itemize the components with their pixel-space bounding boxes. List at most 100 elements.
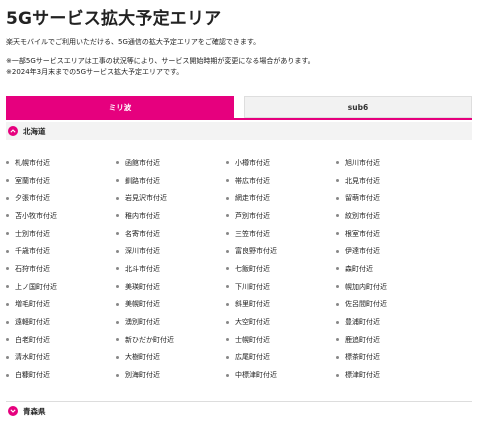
bullet-icon [6, 249, 9, 253]
city-label: 稚内市付近 [125, 211, 160, 220]
city-label: 帯広市付近 [235, 176, 270, 185]
bullet-icon [116, 338, 119, 342]
bullet-icon [116, 196, 119, 200]
bullet-icon [336, 161, 339, 165]
city-item: 標津町付近 [336, 366, 446, 384]
city-label: 小樽市付近 [235, 158, 270, 167]
city-item: 下川町付近 [226, 278, 336, 296]
city-item: 室蘭市付近 [6, 172, 116, 190]
city-item: 鹿追町付近 [336, 331, 446, 349]
city-label: 北見市付近 [345, 176, 380, 185]
city-item: 網走市付近 [226, 189, 336, 207]
city-label: 伊達市付近 [345, 247, 380, 256]
city-item: 夕張市付近 [6, 189, 116, 207]
city-label: 三笠市付近 [235, 229, 270, 238]
bullet-icon [226, 196, 229, 200]
city-item: 士幌町付近 [226, 331, 336, 349]
city-label: 新ひだか町付近 [125, 335, 174, 344]
city-item: 白糠町付近 [6, 366, 116, 384]
bullet-icon [226, 161, 229, 165]
city-label: 北斗市付近 [125, 264, 160, 273]
tab-sub6[interactable]: sub6 [244, 96, 472, 118]
city-label: 中標津町付近 [235, 371, 277, 380]
city-item: 紋別市付近 [336, 207, 446, 225]
bullet-icon [116, 285, 119, 289]
bullet-icon [336, 373, 339, 377]
bullet-icon [6, 373, 9, 377]
city-label: 鹿追町付近 [345, 335, 380, 344]
city-item: 三笠市付近 [226, 225, 336, 243]
region-header-hokkaido[interactable]: 北海道 [6, 122, 472, 140]
city-label: 留萌市付近 [345, 194, 380, 203]
bullet-icon [116, 373, 119, 377]
bullet-icon [116, 320, 119, 324]
bullet-icon [6, 267, 9, 271]
city-label: 増毛町付近 [15, 300, 50, 309]
bullet-icon [6, 338, 9, 342]
city-item: 森町付近 [336, 260, 446, 278]
city-label: 旭川市付近 [345, 158, 380, 167]
city-label: 森町付近 [345, 264, 373, 273]
city-item: 大樹町付近 [116, 349, 226, 367]
city-label: 夕張市付近 [15, 194, 50, 203]
page: 5Gサービス拡大予定エリア 楽天モバイルでご利用いただける、5G通信の拡大予定エ… [0, 0, 480, 425]
city-label: 下川町付近 [235, 282, 270, 291]
city-item: 札幌市付近 [6, 154, 116, 172]
bullet-icon [336, 249, 339, 253]
city-item: 中標津町付近 [226, 366, 336, 384]
region-name: 青森県 [23, 406, 46, 416]
city-label: 紋別市付近 [345, 211, 380, 220]
city-item: 釧路市付近 [116, 172, 226, 190]
bullet-icon [336, 302, 339, 306]
city-item: 留萌市付近 [336, 189, 446, 207]
city-label: 標津町付近 [345, 371, 380, 380]
bullet-icon [226, 232, 229, 236]
city-item: 新ひだか町付近 [116, 331, 226, 349]
bullet-icon [6, 232, 9, 236]
city-label: 根室市付近 [345, 229, 380, 238]
city-label: 釧路市付近 [125, 176, 160, 185]
bullet-icon [336, 355, 339, 359]
city-label: 名寄市付近 [125, 229, 160, 238]
city-label: 芦別市付近 [235, 211, 270, 220]
city-label: 函館市付近 [125, 158, 160, 167]
tab-mmwave[interactable]: ミリ波 [6, 96, 234, 118]
city-label: 湧別町付近 [125, 318, 160, 327]
city-item: 大空町付近 [226, 313, 336, 331]
bullet-icon [336, 267, 339, 271]
city-item: 旭川市付近 [336, 154, 446, 172]
city-item: 北見市付近 [336, 172, 446, 190]
bullet-icon [116, 355, 119, 359]
city-label: 士別市付近 [15, 229, 50, 238]
city-item: 千歳市付近 [6, 242, 116, 260]
chevron-up-icon [8, 126, 18, 136]
city-item: 伊達市付近 [336, 242, 446, 260]
city-item: 士別市付近 [6, 225, 116, 243]
city-list: 札幌市付近 函館市付近 小樽市付近 旭川市付近室蘭市付近 釧路市付近 帯広市付近 北見市付近… [6, 154, 466, 384]
city-label: 標茶町付近 [345, 353, 380, 362]
bullet-icon [116, 249, 119, 253]
bullet-icon [226, 179, 229, 183]
city-item: 豊浦町付近 [336, 313, 446, 331]
city-item: 石狩市付近 [6, 260, 116, 278]
city-item: 清水町付近 [6, 349, 116, 367]
city-label: 美瑛町付近 [125, 282, 160, 291]
city-label: 大樹町付近 [125, 353, 160, 362]
city-item: 広尾町付近 [226, 349, 336, 367]
bullet-icon [116, 267, 119, 271]
city-item: 深川市付近 [116, 242, 226, 260]
bullet-icon [6, 320, 9, 324]
city-item: 芦別市付近 [226, 207, 336, 225]
bullet-icon [116, 232, 119, 236]
bullet-icon [336, 320, 339, 324]
city-item: 七飯町付近 [226, 260, 336, 278]
city-item: 白老町付近 [6, 331, 116, 349]
city-item: 佐呂間町付近 [336, 296, 446, 314]
city-item: 幌加内町付近 [336, 278, 446, 296]
city-label: 広尾町付近 [235, 353, 270, 362]
bullet-icon [336, 338, 339, 342]
region-header-aomori[interactable]: 青森県 [6, 401, 472, 420]
bullet-icon [6, 196, 9, 200]
bullet-icon [226, 214, 229, 218]
city-label: 上ノ国町付近 [15, 282, 57, 291]
